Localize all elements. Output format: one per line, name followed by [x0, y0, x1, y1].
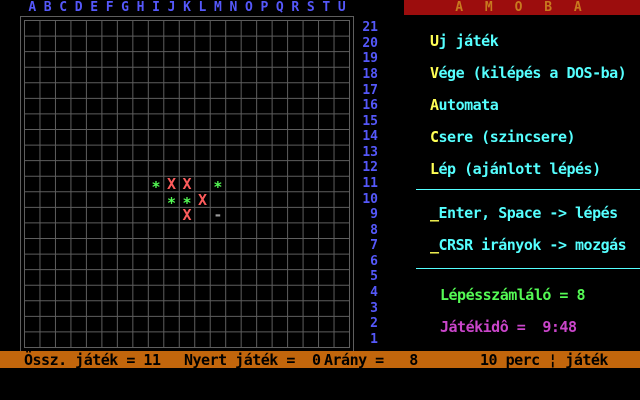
- game-timer: Játékidô = 9:48: [440, 319, 577, 335]
- column-label-E: E: [86, 1, 102, 15]
- underscore-prefix: _: [430, 204, 439, 222]
- shortcut-label: Enter, Space -> lépés: [439, 204, 618, 222]
- title-bar: A M Ô B A: [404, 0, 640, 15]
- menu-item-label: ége (kilépés a DOS-ba): [439, 64, 627, 82]
- hotkey: C: [430, 128, 439, 146]
- piece-star-M11: *: [210, 179, 226, 195]
- win-ratio: Arány = 8: [324, 352, 418, 368]
- row-label-3: 3: [352, 301, 378, 317]
- column-label-T: T: [318, 1, 334, 15]
- column-label-M: M: [210, 1, 226, 15]
- row-label-12: 12: [352, 160, 378, 176]
- menu-item-swap[interactable]: Csere (szincsere): [430, 129, 575, 145]
- game-title: A M Ô B A: [455, 0, 588, 15]
- row-label-4: 4: [352, 285, 378, 301]
- status-bar: Össz. játék = 11 Nyert játék = 0 Arány =…: [0, 351, 640, 368]
- row-label-2: 2: [352, 316, 378, 332]
- menu-item-label: utomata: [439, 96, 499, 114]
- row-label-13: 13: [352, 145, 378, 161]
- piece-x-J11: X: [164, 176, 180, 192]
- menu-item-new-game[interactable]: Uj játék: [430, 33, 498, 49]
- row-label-8: 8: [352, 223, 378, 239]
- row-label-11: 11: [352, 176, 378, 192]
- row-label-6: 6: [352, 254, 378, 270]
- underscore-prefix: _: [430, 236, 439, 254]
- menu-item-label: j játék: [439, 32, 499, 50]
- piece-star-J10: *: [164, 195, 180, 211]
- piece-x-L10: X: [194, 192, 210, 208]
- column-label-H: H: [133, 1, 149, 15]
- separator-line-top: [416, 189, 640, 190]
- hotkey: L: [430, 160, 439, 178]
- row-label-5: 5: [352, 269, 378, 285]
- time-limit: 10 perc ¦ játék: [480, 352, 608, 368]
- shortcut-enter-space: _Enter, Space -> lépés: [430, 205, 618, 221]
- column-label-G: G: [117, 1, 133, 15]
- row-label-10: 10: [352, 192, 378, 208]
- row-label-17: 17: [352, 83, 378, 99]
- hotkey: U: [430, 32, 439, 50]
- menu-item-quit[interactable]: Vége (kilépés a DOS-ba): [430, 65, 626, 81]
- shortcut-cursor-keys: _CRSR irányok -> mozgás: [430, 237, 626, 253]
- column-label-D: D: [71, 1, 87, 15]
- row-label-20: 20: [352, 36, 378, 52]
- row-label-1: 1: [352, 332, 378, 348]
- row-label-21: 21: [352, 20, 378, 36]
- column-label-L: L: [194, 1, 210, 15]
- column-label-A: A: [24, 1, 40, 15]
- column-label-J: J: [164, 1, 180, 15]
- row-label-18: 18: [352, 67, 378, 83]
- hotkey: A: [430, 96, 439, 114]
- total-games: Össz. játék = 11: [24, 352, 161, 368]
- piece-x-K11: X: [179, 176, 195, 192]
- hotkey: V: [430, 64, 439, 82]
- row-label-9: 9: [352, 207, 378, 223]
- column-label-K: K: [179, 1, 195, 15]
- piece-star-I11: *: [148, 179, 164, 195]
- column-label-P: P: [256, 1, 272, 15]
- game-screen: ABCDEFGHIJKLMNOPQRSTU2120191817161514131…: [0, 0, 640, 400]
- move-counter: Lépésszámláló = 8: [440, 287, 585, 303]
- row-label-15: 15: [352, 114, 378, 130]
- column-label-F: F: [102, 1, 118, 15]
- column-label-N: N: [225, 1, 241, 15]
- menu-item-move[interactable]: Lép (ajánlott lépés): [430, 161, 601, 177]
- piece-x-K9: X: [179, 207, 195, 223]
- menu-item-label: sere (szincsere): [439, 128, 576, 146]
- column-label-I: I: [148, 1, 164, 15]
- column-label-O: O: [241, 1, 257, 15]
- row-label-14: 14: [352, 129, 378, 145]
- column-label-R: R: [287, 1, 303, 15]
- column-label-U: U: [334, 1, 350, 15]
- board-cursor[interactable]: -: [210, 207, 226, 223]
- column-label-Q: Q: [272, 1, 288, 15]
- won-games: Nyert játék = 0: [184, 352, 321, 368]
- column-label-C: C: [55, 1, 71, 15]
- separator-line-bottom: [416, 268, 640, 269]
- row-label-7: 7: [352, 238, 378, 254]
- row-label-16: 16: [352, 98, 378, 114]
- menu-item-label: ép (ajánlott lépés): [439, 160, 601, 178]
- row-label-19: 19: [352, 51, 378, 67]
- shortcut-label: CRSR irányok -> mozgás: [439, 236, 627, 254]
- column-label-B: B: [40, 1, 56, 15]
- column-label-S: S: [303, 1, 319, 15]
- menu-item-auto[interactable]: Automata: [430, 97, 498, 113]
